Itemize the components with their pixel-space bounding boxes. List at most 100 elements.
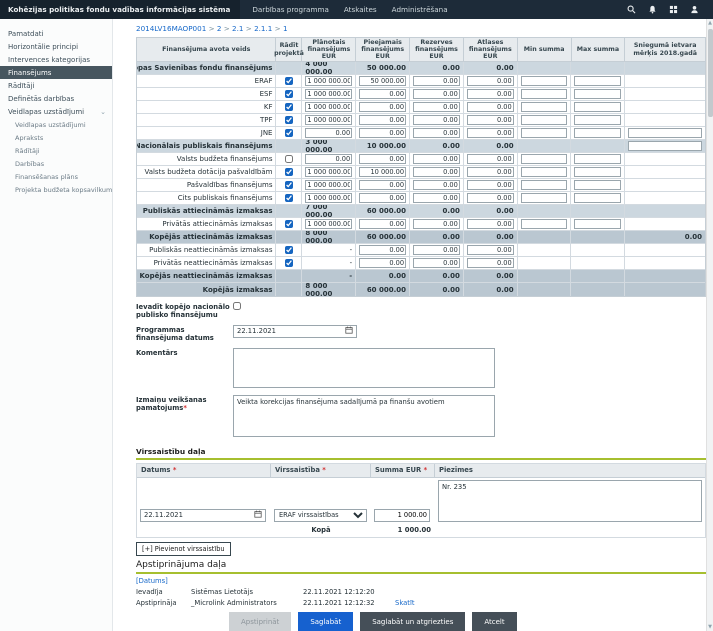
fin-amount-input[interactable]: [413, 76, 460, 86]
fin-amount-input[interactable]: [521, 193, 568, 203]
fin-amount-input[interactable]: [467, 102, 514, 112]
fin-amount-input[interactable]: [305, 193, 352, 203]
fin-amount-input[interactable]: [359, 219, 406, 229]
show-in-project-checkbox[interactable]: [285, 220, 293, 228]
saglabat-un-atgriezties-button[interactable]: Saglabāt un atgriezties: [360, 612, 465, 631]
fin-amount-input[interactable]: [359, 245, 406, 255]
sidebar-item-r-d-t-ji[interactable]: Rādītāji: [0, 79, 112, 92]
fin-amount-input[interactable]: [628, 128, 702, 138]
virssaistiba-date-input[interactable]: 22.11.2021: [140, 509, 266, 522]
atcelt-button[interactable]: Atcelt: [472, 612, 516, 631]
sidebar-item-finans-anas-pl-ns[interactable]: Finansēšanas plāns: [0, 170, 112, 183]
fin-amount-input[interactable]: [574, 76, 621, 86]
show-in-project-checkbox[interactable]: [285, 181, 293, 189]
sidebar-item-apraksts[interactable]: Apraksts: [0, 131, 112, 144]
breadcrumb-link-2014lv16maop001[interactable]: 2014LV16MAOP001: [136, 24, 206, 33]
fin-amount-input[interactable]: [467, 193, 514, 203]
show-in-project-checkbox[interactable]: [285, 129, 293, 137]
fin-amount-input[interactable]: [628, 141, 702, 151]
virssaistiba-amount-input[interactable]: [374, 509, 430, 522]
nav-item-atskaites[interactable]: Atskaites: [344, 5, 377, 14]
fin-amount-input[interactable]: [305, 115, 352, 125]
fin-amount-input[interactable]: [305, 89, 352, 99]
fin-amount-input[interactable]: [574, 154, 621, 164]
fin-amount-input[interactable]: [521, 167, 568, 177]
fin-amount-input[interactable]: [305, 180, 352, 190]
fin-amount-input[interactable]: [574, 180, 621, 190]
saglabat-button[interactable]: Saglabāt: [298, 612, 353, 631]
fin-amount-input[interactable]: [305, 219, 352, 229]
fin-amount-input[interactable]: [359, 115, 406, 125]
fin-amount-input[interactable]: [574, 102, 621, 112]
show-in-project-checkbox[interactable]: [285, 168, 293, 176]
fin-amount-input[interactable]: [413, 89, 460, 99]
fin-amount-input[interactable]: [413, 128, 460, 138]
sidebar-item-r-d-t-ji[interactable]: Rādītāji: [0, 144, 112, 157]
fin-amount-input[interactable]: [359, 102, 406, 112]
fin-amount-input[interactable]: [413, 219, 460, 229]
fin-amount-input[interactable]: [413, 167, 460, 177]
bell-icon[interactable]: [648, 5, 657, 14]
sidebar-item-horizont-lie-principi[interactable]: Horizontālie principi: [0, 40, 112, 53]
fin-amount-input[interactable]: [521, 219, 568, 229]
fin-amount-input[interactable]: [359, 89, 406, 99]
show-in-project-checkbox[interactable]: [285, 246, 293, 254]
fin-amount-input[interactable]: [521, 154, 568, 164]
fin-amount-input[interactable]: [359, 167, 406, 177]
fin-amount-input[interactable]: [413, 154, 460, 164]
calendar-icon[interactable]: [345, 326, 353, 336]
sidebar-item-pamatdati[interactable]: Pamatdati: [0, 27, 112, 40]
fin-amount-input[interactable]: [305, 154, 352, 164]
fin-amount-input[interactable]: [521, 180, 568, 190]
fin-amount-input[interactable]: [359, 76, 406, 86]
fin-amount-input[interactable]: [413, 258, 460, 268]
fin-amount-input[interactable]: [521, 76, 568, 86]
show-in-project-checkbox[interactable]: [285, 116, 293, 124]
scrollbar-thumb[interactable]: [708, 29, 713, 117]
add-virssaistiba-button[interactable]: [+] Pievienot virssaistību: [136, 542, 231, 556]
fin-amount-input[interactable]: [413, 115, 460, 125]
sidebar-item-finans-jums[interactable]: Finansējums: [0, 66, 112, 79]
fin-amount-input[interactable]: [574, 89, 621, 99]
show-in-project-checkbox[interactable]: [285, 155, 293, 163]
sidebar-item-veidlapas-uzst-d-jumi[interactable]: Veidlapas uzstādījumi⌄: [0, 105, 112, 118]
fin-amount-input[interactable]: [305, 128, 352, 138]
sidebar-item-intervences-kategorijas[interactable]: Intervences kategorijas: [0, 53, 112, 66]
virssaistiba-notes-textarea[interactable]: Nr. 235: [438, 480, 702, 522]
fin-amount-input[interactable]: [574, 167, 621, 177]
fin-amount-input[interactable]: [305, 167, 352, 177]
national-financing-checkbox[interactable]: [233, 302, 241, 310]
fin-amount-input[interactable]: [359, 193, 406, 203]
fin-amount-input[interactable]: [413, 180, 460, 190]
fin-amount-input[interactable]: [467, 180, 514, 190]
fin-amount-input[interactable]: [467, 89, 514, 99]
calendar-icon[interactable]: [254, 510, 262, 520]
fin-amount-input[interactable]: [359, 154, 406, 164]
fin-amount-input[interactable]: [467, 167, 514, 177]
fin-amount-input[interactable]: [574, 128, 621, 138]
fin-amount-input[interactable]: [413, 245, 460, 255]
fin-amount-input[interactable]: [574, 219, 621, 229]
nav-item-darbibas-programma[interactable]: Darbības programma: [252, 5, 329, 14]
search-icon[interactable]: [627, 5, 636, 14]
sidebar-item-darb-bas[interactable]: Darbības: [0, 157, 112, 170]
fin-amount-input[interactable]: [521, 128, 568, 138]
apps-grid-icon[interactable]: [669, 5, 678, 14]
fin-amount-input[interactable]: [467, 128, 514, 138]
fin-amount-input[interactable]: [574, 193, 621, 203]
fin-amount-input[interactable]: [574, 115, 621, 125]
sidebar-item-defin-t-s-darb-bas[interactable]: Definētās darbības: [0, 92, 112, 105]
fin-amount-input[interactable]: [467, 154, 514, 164]
fin-amount-input[interactable]: [413, 102, 460, 112]
scroll-down-icon[interactable]: ▼: [708, 623, 712, 631]
apstiprinat-button[interactable]: Apstiprināt: [229, 612, 291, 631]
datums-link[interactable]: [Datums]: [136, 577, 168, 585]
scroll-up-icon[interactable]: ▲: [708, 19, 712, 27]
fin-amount-input[interactable]: [521, 102, 568, 112]
fin-amount-input[interactable]: [467, 258, 514, 268]
user-icon[interactable]: [690, 5, 699, 14]
fin-amount-input[interactable]: [467, 76, 514, 86]
fin-amount-input[interactable]: [467, 219, 514, 229]
fin-amount-input[interactable]: [305, 102, 352, 112]
program-date-input[interactable]: 22.11.2021: [233, 325, 357, 338]
